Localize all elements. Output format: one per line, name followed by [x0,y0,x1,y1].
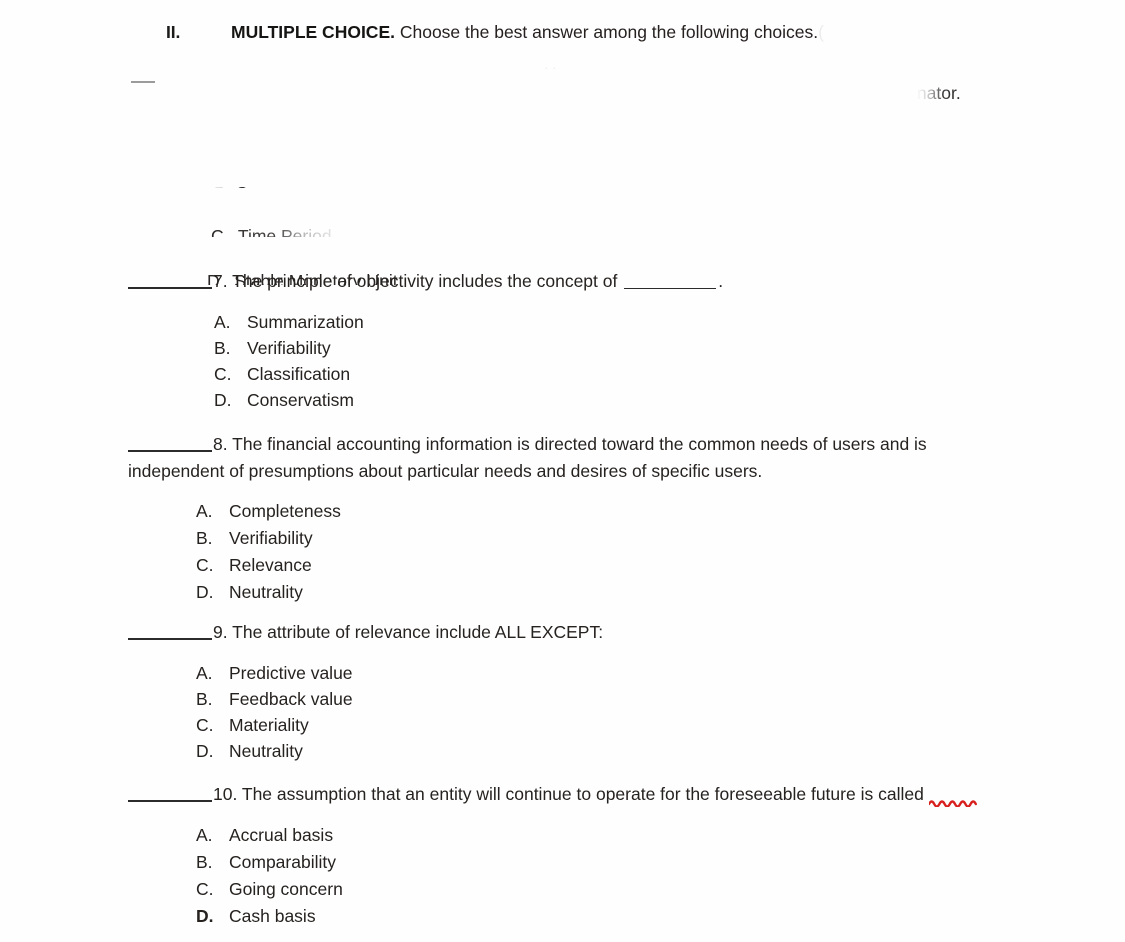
document-page: II. MULTIPLE CHOICE. Choose the best ans… [0,0,1125,942]
question-10-text: The assumption that an entity will conti… [241,784,879,804]
option-letter: A. [196,663,213,683]
option-letter: C. [196,555,214,575]
option-item[interactable]: D. Cash basis [196,906,343,933]
option-text: Classification [247,364,351,384]
question-10-misspelled-word: called [878,784,924,804]
option-text: Going concern [229,879,343,899]
option-item[interactable]: C. Going concern [196,879,343,906]
question-7-inline-blank [624,288,717,289]
option-item[interactable]: B. Comparability [196,852,343,879]
option-text: Neutrality [229,582,303,602]
clipped-fragment-denominator-text: minator. [898,83,961,103]
question-8-options: A. Completeness B. Verifiability C. Rele… [196,501,341,609]
option-text: Verifiability [229,528,313,548]
option-letter: C. [214,364,232,384]
option-text: Comparability [229,852,336,872]
scan-artifact-speck-a: · · [544,60,557,75]
option-item[interactable]: D. Conservatism [214,390,364,416]
option-text: Completeness [229,501,341,521]
option-text: Relevance [229,555,312,575]
option-item[interactable]: A. Accrual basis [196,825,343,852]
question-8-stem-line-2: independent of presumptions about partic… [128,461,763,481]
question-9-options: A. Predictive value B. Feedback value C.… [196,663,353,767]
section-instruction-tail-fragment: ( [818,22,824,42]
scan-artifact-dash [131,81,155,83]
question-7-options: A. Summarization B. Verifiability C. Cla… [214,312,364,416]
section-instruction: Choose the best answer among the followi… [394,22,819,42]
option-letter: A. [214,312,231,332]
option-text: Accrual basis [229,825,334,845]
option-letter: D. [196,906,214,926]
question-7-number: 7. [213,271,233,291]
question-10-options: A. Accrual basis B. Comparability C. Goi… [196,825,343,933]
option-item[interactable]: D. Neutrality [196,741,353,767]
option-text: Summarization [247,312,364,332]
question-7-period: . [718,271,724,291]
question-9-answer-blank[interactable] [128,638,212,640]
option-item[interactable]: A. Summarization [214,312,364,338]
question-10-answer-blank[interactable] [128,800,212,802]
option-text: Materiality [229,715,309,735]
option-text: Predictive value [229,663,353,683]
option-item[interactable]: D. Neutrality [196,582,341,609]
option-item[interactable]: B. Verifiability [196,528,341,555]
option-text: Cash basis [229,906,316,926]
question-7-text: The principle of objectivity includes th… [232,271,623,291]
question-8-text-line-1: The financial accounting information is … [232,434,927,454]
option-letter: D. [214,390,232,410]
option-item[interactable]: C. Materiality [196,715,353,741]
option-text: Feedback value [229,689,353,709]
option-item[interactable]: A. Completeness [196,501,341,528]
question-9-number: 9. [213,622,233,642]
option-text: Verifiability [247,338,331,358]
option-item[interactable]: A. Predictive value [196,663,353,689]
option-item[interactable]: B. Feedback value [196,689,353,715]
option-letter: D. [196,582,214,602]
question-10-stem: 10. The assumption that an entity will c… [128,784,924,805]
option-letter: B. [214,338,231,358]
option-text: Conservatism [247,390,354,410]
option-item[interactable]: B. Verifiability [214,338,364,364]
question-9-text: The attribute of relevance include ALL E… [232,622,604,642]
option-letter: B. [196,528,213,548]
option-letter: C. [196,715,214,735]
option-letter: B. [196,852,213,872]
question-7-answer-blank[interactable] [128,287,212,289]
question-8-number: 8. [213,434,233,454]
question-8-stem-line-1: 8. The financial accounting information … [128,434,927,455]
option-text: Neutrality [229,741,303,761]
spellcheck-squiggle-icon [929,800,977,807]
option-letter: D. [196,741,214,761]
section-title: MULTIPLE CHOICE. [231,22,395,42]
question-10-number: 10. [213,784,242,804]
section-number: II. [166,22,181,42]
option-letter: A. [196,501,213,521]
question-8-answer-blank[interactable] [128,450,212,452]
option-item[interactable]: C. Classification [214,364,364,390]
clipped-fragment-denominator: minator. [879,62,961,125]
question-7-stem: 7. The principle of objectivity includes… [128,271,723,292]
option-letter: B. [196,689,213,709]
question-9-stem: 9. The attribute of relevance include AL… [128,622,603,643]
option-item[interactable]: C. Relevance [196,555,341,582]
section-heading: MULTIPLE CHOICE. Choose the best answer … [231,22,824,43]
option-letter: A. [196,825,213,845]
option-letter: C. [196,879,214,899]
